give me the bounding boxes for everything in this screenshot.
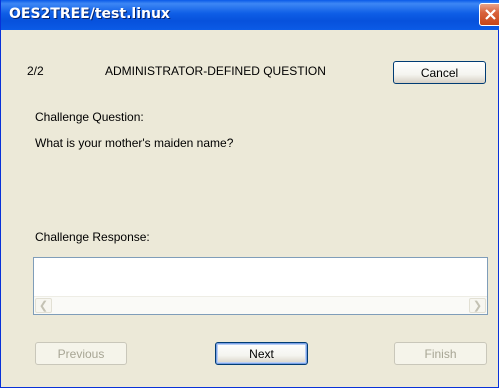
challenge-response-field[interactable]: ❮ ❯ bbox=[33, 257, 488, 315]
scroll-left-arrow-icon[interactable]: ❮ bbox=[35, 298, 52, 313]
scroll-right-arrow-icon[interactable]: ❯ bbox=[469, 298, 486, 313]
finish-button[interactable]: Finish bbox=[394, 342, 487, 365]
challenge-response-label: Challenge Response: bbox=[35, 230, 150, 244]
dialog-window: OES2TREE/test.linux 2/2 ADMINISTRATOR-DE… bbox=[0, 0, 499, 388]
close-icon bbox=[485, 9, 496, 20]
close-button[interactable] bbox=[479, 3, 499, 26]
step-indicator: 2/2 bbox=[27, 64, 44, 78]
cancel-button[interactable]: Cancel bbox=[393, 61, 486, 84]
window-title: OES2TREE/test.linux bbox=[9, 6, 170, 22]
challenge-question-label: Challenge Question: bbox=[35, 110, 144, 124]
next-button[interactable]: Next bbox=[215, 342, 308, 365]
challenge-question-text: What is your mother's maiden name? bbox=[35, 136, 234, 150]
page-heading: ADMINISTRATOR-DEFINED QUESTION bbox=[105, 64, 326, 78]
previous-button[interactable]: Previous bbox=[35, 342, 127, 365]
title-bar[interactable]: OES2TREE/test.linux bbox=[1, 0, 499, 30]
horizontal-scrollbar[interactable]: ❮ ❯ bbox=[34, 296, 487, 314]
